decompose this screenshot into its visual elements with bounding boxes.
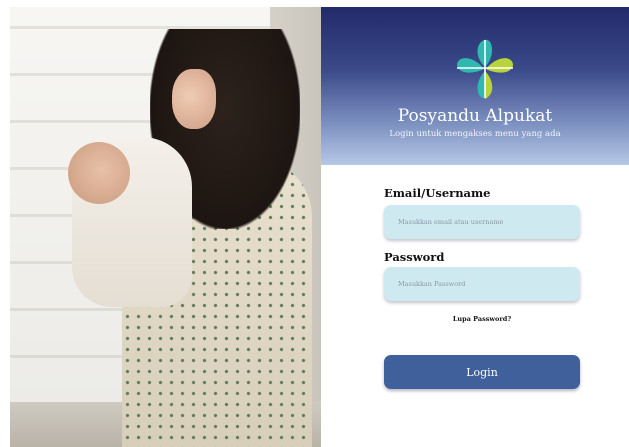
login-button[interactable]: Login bbox=[384, 355, 580, 389]
app-subtitle: Login untuk mengakses menu yang ada bbox=[389, 129, 561, 139]
hero-photo bbox=[10, 7, 321, 447]
password-field[interactable] bbox=[384, 267, 580, 301]
app-title: Posyandu Alpukat bbox=[397, 106, 553, 126]
mother-face bbox=[172, 69, 216, 129]
email-field[interactable] bbox=[384, 205, 580, 239]
four-petal-flower-icon bbox=[457, 39, 513, 99]
baby-head bbox=[68, 142, 130, 204]
password-label: Password bbox=[384, 250, 445, 264]
forgot-password-link[interactable]: Lupa Password? bbox=[384, 315, 580, 323]
email-label: Email/Username bbox=[384, 186, 491, 200]
